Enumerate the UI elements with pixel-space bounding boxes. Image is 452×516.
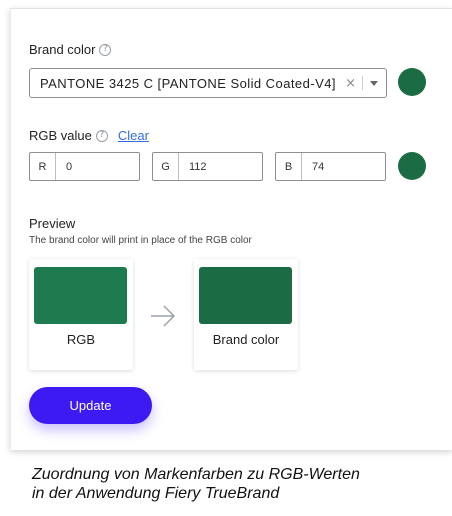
chevron-down-icon[interactable] — [370, 80, 378, 86]
caption-line-2: in der Anwendung Fiery TrueBrand — [32, 485, 280, 502]
green-value: 112 — [189, 160, 207, 173]
caption-line-1: Zuordnung von Markenfarben zu RGB-Werten — [32, 466, 360, 483]
green-letter: G — [153, 153, 179, 180]
select-divider — [362, 76, 363, 90]
brand-preview-swatch — [199, 267, 292, 324]
rgb-preview-card: RGB — [29, 259, 133, 370]
brand-color-panel: Brand color ? PANTONE 3425 C [PANTONE So… — [10, 8, 452, 450]
blue-value: 74 — [312, 160, 325, 173]
brand-color-select-value: PANTONE 3425 C [PANTONE Solid Coated-V4] — [40, 75, 336, 91]
brand-preview-card: Brand color — [194, 259, 298, 370]
rgb-value-heading: RGB value ? Clear — [29, 128, 149, 143]
caption: Zuordnung von Markenfarben zu RGB-Werten… — [32, 465, 442, 503]
update-button[interactable]: Update — [29, 387, 152, 424]
clear-link[interactable]: Clear — [118, 128, 149, 143]
arrow-right-icon — [151, 305, 176, 327]
brand-color-label: Brand color — [29, 42, 96, 57]
brand-color-select[interactable]: PANTONE 3425 C [PANTONE Solid Coated-V4]… — [29, 68, 387, 98]
preview-title: Preview — [29, 216, 76, 231]
brand-preview-label: Brand color — [212, 332, 280, 347]
rgb-swatch — [398, 152, 426, 180]
blue-letter: B — [276, 153, 302, 180]
clear-selection-icon[interactable]: × — [345, 76, 356, 91]
red-letter: R — [30, 153, 56, 180]
red-input[interactable]: R 0 — [29, 152, 140, 181]
help-icon[interactable]: ? — [95, 129, 108, 142]
rgb-preview-label: RGB — [66, 332, 96, 347]
rgb-value-label: RGB value — [29, 128, 92, 143]
rgb-preview-swatch — [34, 267, 127, 324]
green-input[interactable]: G 112 — [152, 152, 263, 181]
red-value: 0 — [66, 160, 73, 173]
brand-color-swatch — [398, 68, 426, 96]
blue-input[interactable]: B 74 — [275, 152, 386, 181]
brand-color-heading: Brand color ? — [29, 42, 112, 57]
help-icon[interactable]: ? — [99, 43, 112, 56]
preview-subtitle: The brand color will print in place of t… — [29, 235, 252, 246]
